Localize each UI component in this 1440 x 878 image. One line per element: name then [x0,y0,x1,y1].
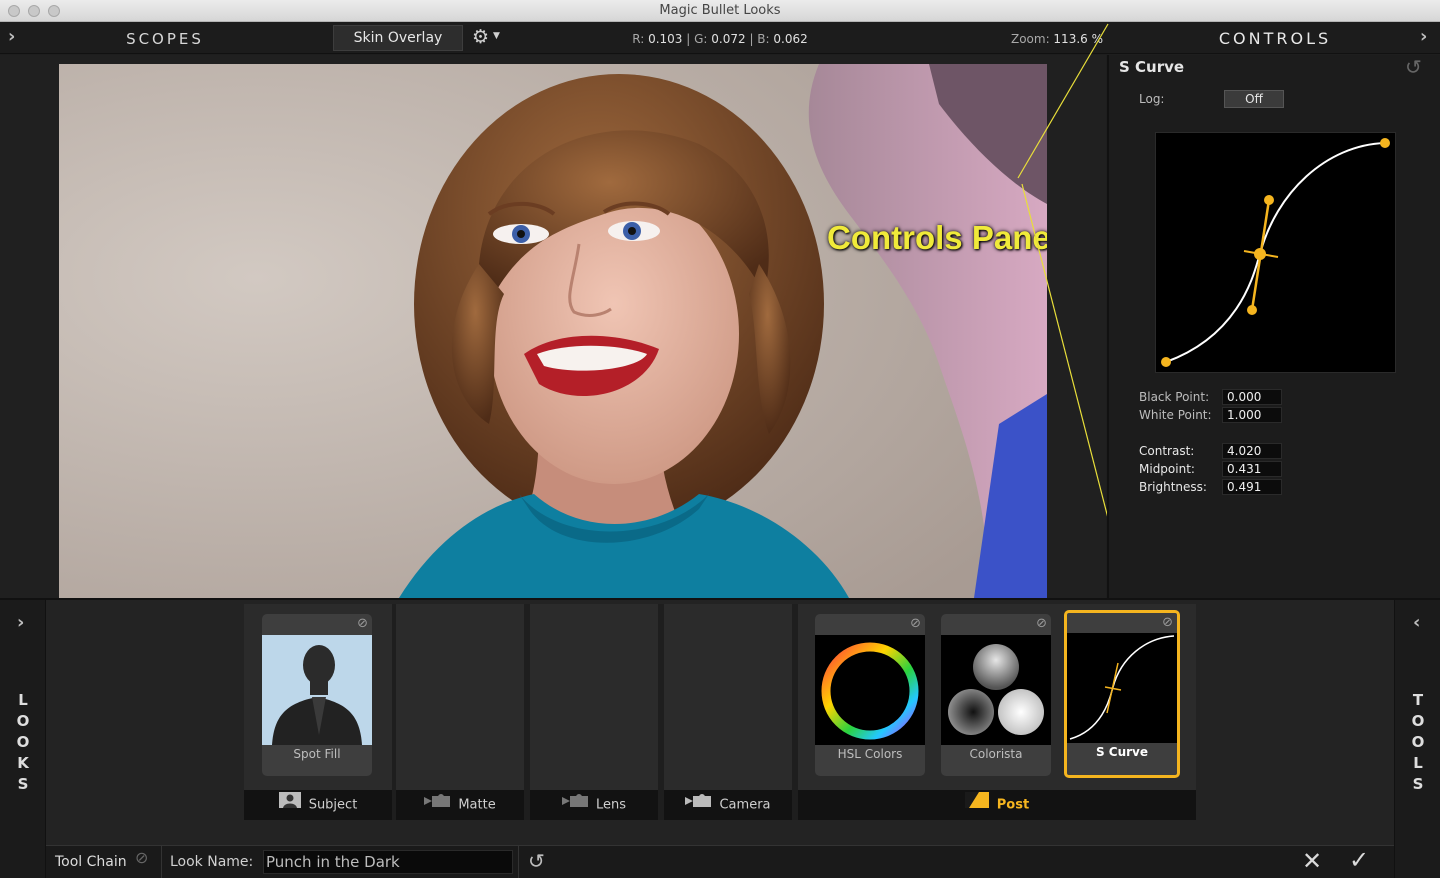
tools-label: TOOLS [1411,691,1425,793]
close-tools-chevron-icon[interactable]: ‹ [1413,614,1420,632]
cancel-x-icon[interactable]: ✕ [1302,847,1322,875]
subject-icon [278,790,301,820]
three-balls-thumb-icon [941,635,1051,745]
bypass-icon[interactable]: ⊘ [1162,616,1173,630]
category-lens-tab[interactable]: Lens [530,790,658,820]
gear-icon[interactable]: ⚙ [472,26,489,48]
looks-drawer[interactable]: › LOOKS [0,600,46,878]
matte-slot [396,604,524,790]
top-header: › SCOPES Skin Overlay ⚙ ▼ R: 0.103 | G: … [0,22,1440,54]
white-point-field[interactable]: 1.000 [1222,407,1282,423]
looks-label: LOOKS [16,691,30,793]
card-label: S Curve [1095,745,1149,759]
scopes-title[interactable]: SCOPES [90,30,240,48]
white-point-label: White Point: [1139,408,1212,422]
brightness-field[interactable]: 0.491 [1222,479,1282,495]
expand-scopes-chevron-icon[interactable]: › [8,28,15,46]
image-viewer: Controls Panel [0,55,1106,598]
midpoint-field[interactable]: 0.431 [1222,461,1282,477]
curve-thumb-icon [1067,633,1177,743]
look-name-label: Look Name: [170,854,254,870]
bypass-icon[interactable]: ⊘ [1036,617,1047,631]
spot-fill-card[interactable]: ⊘ Spot Fill [262,614,372,776]
hsl-colors-card[interactable]: ⊘ HSL Colors [815,614,925,776]
contrast-label: Contrast: [1139,444,1195,458]
camera-icon [561,790,588,820]
divider [518,846,519,878]
apply-checkmark-icon[interactable]: ✓ [1349,846,1369,874]
card-label: Colorista [969,747,1023,761]
card-label: HSL Colors [837,747,903,761]
controls-title: CONTROLS [1218,29,1332,48]
skin-overlay-button[interactable]: Skin Overlay [333,25,463,51]
bypass-icon[interactable]: ⊘ [910,617,921,631]
bypass-icon[interactable]: ⊘ [357,617,368,631]
bypass-chain-icon[interactable]: ⊘ [135,848,148,867]
log-label: Log: [1139,92,1165,106]
black-point-handle[interactable] [1161,357,1171,367]
subject-slot: ⊘ Spot Fill [244,604,392,790]
chevron-down-icon[interactable]: ▼ [493,31,500,41]
controls-panel: S Curve ↺ Log: Off Black Point: 0.000 Wh… [1107,55,1440,598]
category-camera-tab[interactable]: Camera [664,790,792,820]
collapse-controls-chevron-icon[interactable]: › [1420,28,1427,46]
contrast-handle-top[interactable] [1264,195,1274,205]
rgb-readout: R: 0.103 | G: 0.072 | B: 0.062 [632,32,808,46]
camera-icon [424,790,451,820]
colorista-card[interactable]: ⊘ Colorista [941,614,1051,776]
black-point-field[interactable]: 0.000 [1222,389,1282,405]
post-slot: ⊘ HSL Colors ⊘ Colorista ⊘ S Curve [798,604,1196,790]
contrast-field[interactable]: 4.020 [1222,443,1282,459]
preview-image[interactable]: Controls Panel [59,64,1047,598]
controls-panel-callout: Controls Panel [827,219,1047,256]
s-curve-card[interactable]: ⊘ S Curve [1064,610,1180,778]
silhouette-thumb-icon [262,635,372,745]
window-titlebar: Magic Bullet Looks [0,0,1440,22]
category-matte-tab[interactable]: Matte [396,790,524,820]
lens-slot [530,604,658,790]
brightness-label: Brightness: [1139,480,1207,494]
camera-slot [664,604,792,790]
black-point-label: Black Point: [1139,390,1210,404]
tool-chain-strip: ⊘ Spot Fill ⊘ HSL Colors ⊘ Colorista ⊘ S… [244,604,1196,820]
tools-drawer[interactable]: ‹ TOOLS [1394,600,1440,878]
undo-icon[interactable]: ↺ [528,849,545,873]
reset-icon[interactable]: ↺ [1405,55,1422,79]
category-subject-tab[interactable]: Subject [244,790,392,820]
window-title: Magic Bullet Looks [659,3,781,18]
contrast-handle-bottom[interactable] [1247,305,1257,315]
open-looks-chevron-icon[interactable]: › [17,614,24,632]
tool-name: S Curve [1119,58,1185,76]
camera-icon [685,790,712,820]
color-wheel-thumb-icon [815,635,925,745]
post-icon [964,790,989,820]
card-label: Spot Fill [293,747,341,761]
category-post-tab[interactable]: Post [798,790,1196,820]
footer-bar: Tool Chain ⊘ Look Name: Punch in the Dar… [46,845,1394,878]
bottom-tools-area: › LOOKS ‹ TOOLS ⊘ Spot Fill ⊘ HSL Colors… [0,598,1440,878]
white-point-handle[interactable] [1380,138,1390,148]
midpoint-handle[interactable] [1254,248,1266,260]
zoom-readout: Zoom: 113.6 % [1010,32,1103,46]
log-toggle[interactable]: Off [1224,90,1284,108]
look-name-input[interactable]: Punch in the Dark [263,850,513,874]
s-curve-graph[interactable] [1155,132,1396,373]
midpoint-label: Midpoint: [1139,462,1195,476]
